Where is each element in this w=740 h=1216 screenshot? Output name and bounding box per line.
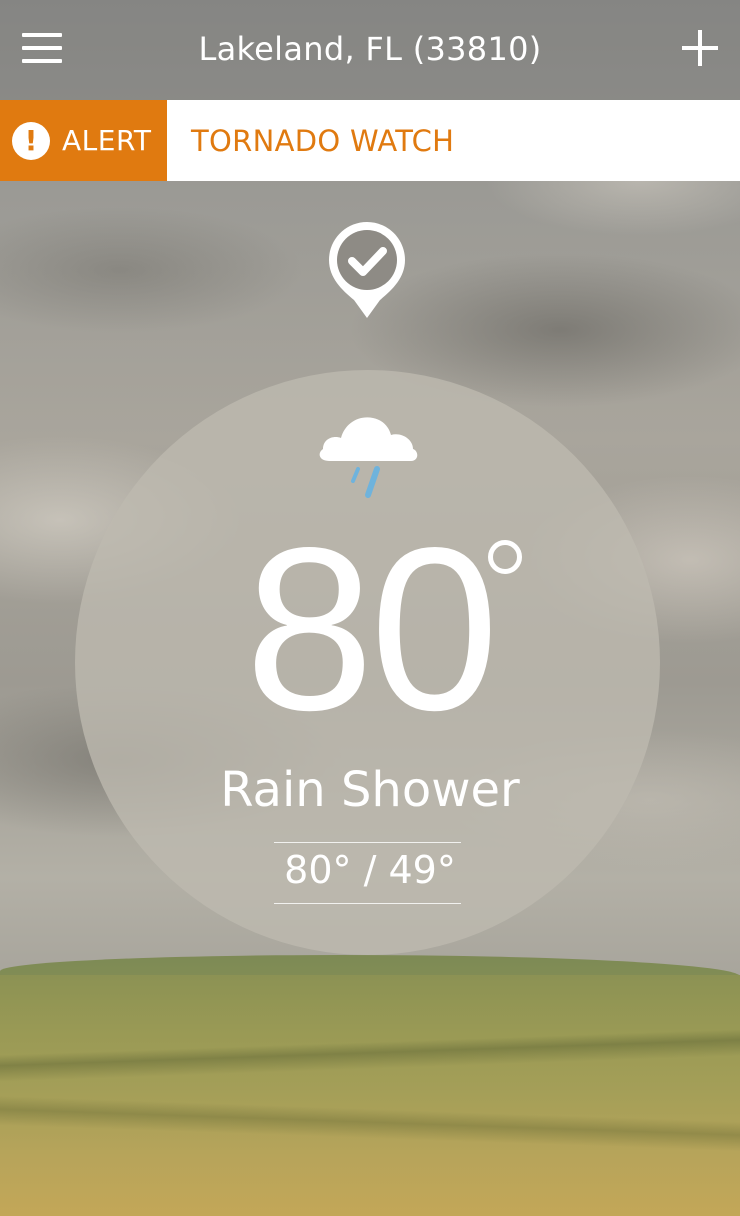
alert-message[interactable]: TORNADO WATCH: [191, 124, 454, 158]
rain-cloud-icon: [315, 405, 421, 505]
plus-icon[interactable]: [680, 28, 720, 68]
alert-tag: ! ALERT: [0, 100, 167, 181]
divider-top: [274, 842, 461, 843]
high-low-temperature: 80° / 49°: [284, 848, 456, 892]
condition-text: Rain Shower: [220, 762, 520, 818]
current-temperature: 80: [244, 500, 499, 759]
exclamation-icon: !: [12, 122, 50, 160]
top-bar: Lakeland, FL (33810): [0, 0, 740, 100]
alert-label: ALERT: [62, 124, 152, 157]
location-title[interactable]: Lakeland, FL (33810): [0, 30, 740, 68]
location-pin-check-icon[interactable]: [324, 218, 410, 322]
alert-banner[interactable]: ! ALERT TORNADO WATCH: [0, 100, 740, 181]
grass-field: [0, 975, 740, 1216]
degree-symbol: [488, 540, 522, 574]
divider-bottom: [274, 903, 461, 904]
